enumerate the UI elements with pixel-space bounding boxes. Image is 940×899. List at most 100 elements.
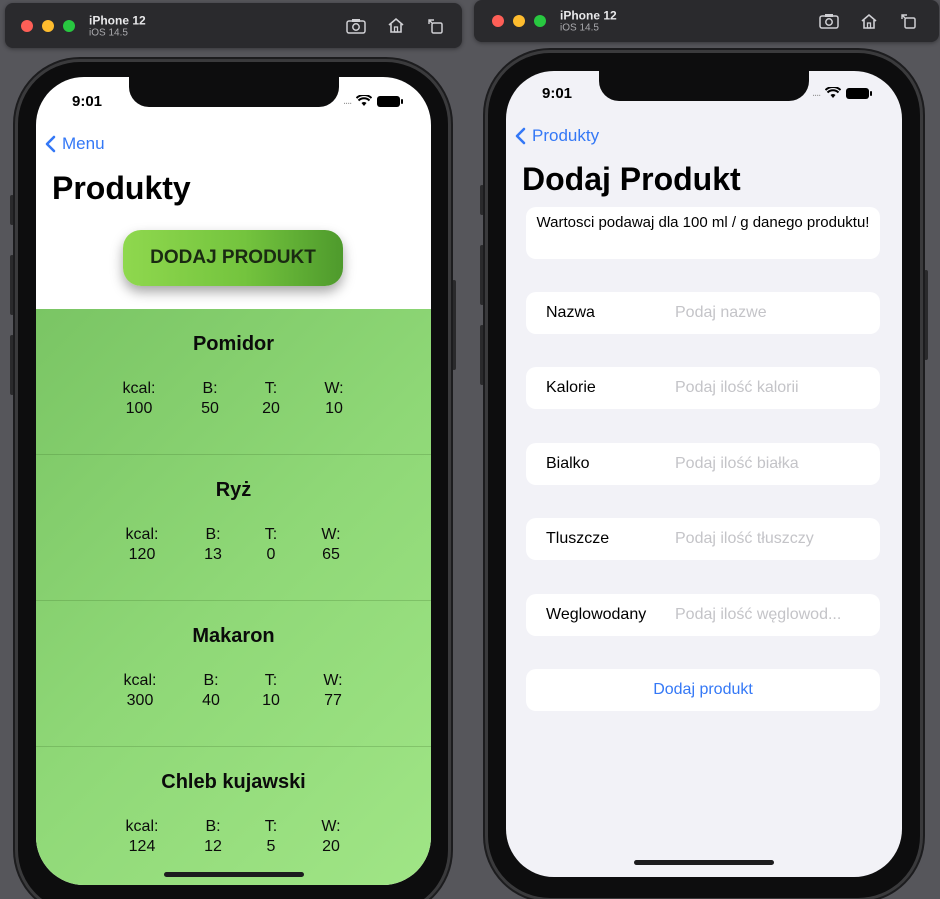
window-controls: [492, 15, 546, 27]
fat-value: 20: [262, 400, 280, 417]
product-name: Chleb kujawski: [161, 771, 306, 793]
list-item[interactable]: Makaron kcal: 300 B: 40 T: 10 W: 77: [36, 601, 431, 747]
add-product-screen: 9:01 .... Produkty Dodaj Produkt Wartosc…: [506, 71, 902, 877]
carbs-stat: W: 20: [296, 817, 366, 857]
notch: [599, 71, 809, 101]
iphone-frame-left: 9:01 .... Menu Produkty DODAJ PRODUKT Po…: [18, 62, 448, 899]
close-window-button[interactable]: [492, 15, 504, 27]
simulator-toolbar: [345, 16, 447, 36]
minimize-window-button[interactable]: [42, 19, 54, 32]
close-window-button[interactable]: [21, 19, 33, 32]
product-name: Pomidor: [192, 333, 275, 355]
window-controls: [21, 19, 75, 32]
field-label: Kalorie: [546, 379, 596, 396]
field-label: Nazwa: [546, 304, 595, 321]
carbs-label: W:: [321, 526, 341, 543]
fat-stat: T: 10: [236, 671, 306, 711]
screenshot-icon[interactable]: [818, 11, 840, 31]
carbs-input[interactable]: [675, 606, 865, 624]
volume-down-button: [10, 335, 14, 395]
add-product-button[interactable]: DODAJ PRODUKT: [123, 230, 343, 286]
page-title: Produkty: [52, 170, 191, 206]
wifi-icon: [825, 87, 842, 98]
home-indicator[interactable]: [634, 860, 774, 865]
home-indicator[interactable]: [163, 872, 304, 877]
back-label: Produkty: [532, 126, 600, 145]
fat-input[interactable]: [675, 530, 865, 548]
status-time: 9:01: [542, 85, 573, 102]
carbs-value: 20: [322, 838, 340, 855]
device-name: iPhone 12: [560, 8, 617, 23]
product-name: Ryż: [215, 479, 252, 501]
status-icons: ....: [812, 87, 873, 99]
carbs-label: W:: [321, 818, 341, 835]
volume-up-button: [10, 255, 14, 315]
kcal-stat: kcal: 120: [107, 525, 177, 565]
home-icon[interactable]: [385, 16, 407, 36]
simulator-titlebar-left: iPhone 12 iOS 14.5: [5, 3, 462, 48]
zoom-window-button[interactable]: [63, 19, 75, 32]
protein-value: 50: [201, 400, 219, 417]
back-button[interactable]: Menu: [44, 134, 105, 154]
kcal-value: 300: [126, 692, 154, 709]
rotate-icon[interactable]: [425, 16, 447, 36]
rotate-icon[interactable]: [898, 11, 920, 31]
chevron-left-icon: [45, 135, 56, 153]
mute-switch: [10, 195, 14, 225]
carbs-field[interactable]: Weglowodany: [526, 594, 880, 636]
product-list[interactable]: Pomidor kcal: 100 B: 50 T: 20 W: 10 Ryż kcal…: [36, 309, 431, 885]
fat-stat: T: 20: [236, 379, 306, 419]
carbs-label: W:: [323, 672, 343, 689]
product-name: Makaron: [192, 625, 275, 647]
fat-label: T:: [264, 672, 278, 689]
signal-icon: ....: [812, 87, 821, 99]
os-version: iOS 14.5: [89, 27, 128, 38]
kcal-label: kcal:: [123, 672, 157, 689]
simulator-title: iPhone 12 iOS 14.5: [560, 9, 617, 34]
calories-input[interactable]: [675, 379, 865, 397]
field-label: Bialko: [546, 455, 590, 472]
minimize-window-button[interactable]: [513, 15, 525, 27]
back-button[interactable]: Produkty: [514, 126, 599, 146]
battery-icon: [846, 87, 873, 99]
kcal-value: 124: [128, 838, 156, 855]
protein-label: B:: [202, 380, 218, 397]
list-item[interactable]: Ryż kcal: 120 B: 13 T: 0 W: 65: [36, 455, 431, 601]
list-item[interactable]: Chleb kujawski kcal: 124 B: 12 T: 5 W: 20: [36, 747, 431, 885]
screenshot-icon[interactable]: [345, 16, 367, 36]
carbs-label: W:: [324, 380, 344, 397]
kcal-label: kcal:: [122, 380, 156, 397]
carbs-value: 77: [324, 692, 342, 709]
kcal-label: kcal:: [125, 818, 159, 835]
products-screen: 9:01 .... Menu Produkty DODAJ PRODUKT Po…: [36, 77, 431, 885]
device-name: iPhone 12: [89, 13, 146, 27]
carbs-stat: W: 10: [299, 379, 369, 419]
protein-input[interactable]: [675, 455, 865, 473]
status-icons: ....: [343, 95, 404, 107]
kcal-stat: kcal: 300: [105, 671, 175, 711]
home-icon[interactable]: [858, 11, 880, 31]
kcal-stat: kcal: 124: [107, 817, 177, 857]
protein-field[interactable]: Bialko: [526, 443, 880, 485]
simulator-titlebar-right: iPhone 12 iOS 14.5: [474, 0, 939, 42]
submit-product-button[interactable]: Dodaj produkt: [526, 669, 880, 711]
field-label: Tluszcze: [546, 530, 610, 547]
field-label: Weglowodany: [546, 606, 647, 623]
simulator-toolbar: [818, 11, 920, 31]
status-time: 9:01: [72, 93, 103, 110]
notch: [128, 77, 339, 107]
calories-field[interactable]: Kalorie: [526, 367, 880, 409]
chevron-left-icon: [515, 127, 526, 145]
info-notice: Wartosci podawaj dla 100 ml / g danego p…: [526, 207, 880, 259]
fat-label: T:: [264, 380, 278, 397]
page-title: Dodaj Produkt: [522, 161, 741, 197]
name-input[interactable]: [675, 304, 865, 322]
zoom-window-button[interactable]: [534, 15, 546, 27]
kcal-value: 120: [128, 546, 156, 563]
fat-field[interactable]: Tluszcze: [526, 518, 880, 560]
carbs-stat: W: 65: [296, 525, 366, 565]
list-item[interactable]: Pomidor kcal: 100 B: 50 T: 20 W: 10: [36, 309, 431, 455]
carbs-stat: W: 77: [298, 671, 368, 711]
name-field[interactable]: Nazwa: [526, 292, 880, 334]
protein-stat: B: 50: [175, 379, 245, 419]
